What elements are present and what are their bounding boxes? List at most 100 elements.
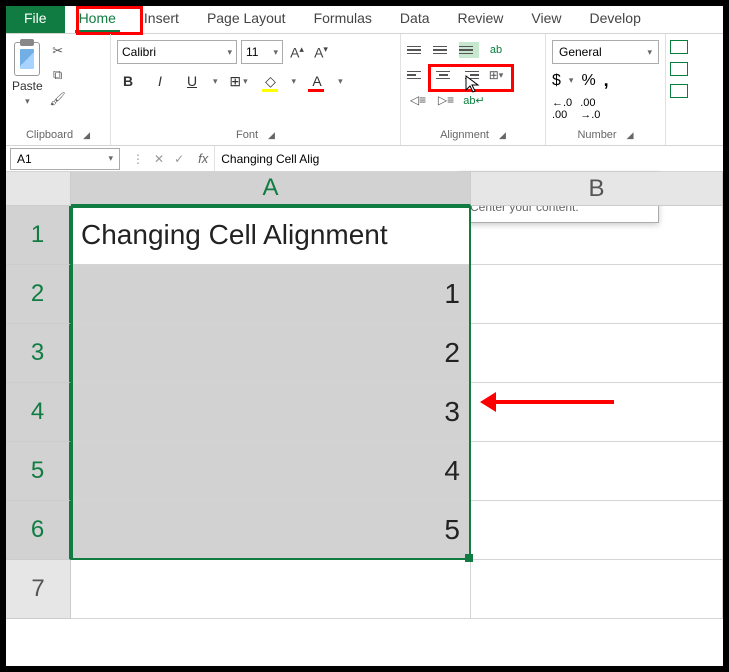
align-right-icon[interactable] xyxy=(459,67,479,83)
align-top-icon[interactable] xyxy=(407,42,427,58)
group-font-label: Font xyxy=(236,129,258,141)
increase-indent-icon[interactable]: ▷≡ xyxy=(435,90,457,110)
paste-button[interactable]: Paste ▾ xyxy=(12,38,43,129)
decrease-font-icon[interactable]: A▾ xyxy=(311,44,331,61)
decrease-decimal-icon[interactable]: .00→.0 xyxy=(580,97,600,121)
borders-button[interactable]: ⊞▾ xyxy=(228,70,250,92)
tab-review[interactable]: Review xyxy=(444,6,518,33)
name-box-value: A1 xyxy=(17,152,32,166)
enter-icon[interactable]: ✓ xyxy=(174,152,184,166)
tab-developer[interactable]: Develop xyxy=(576,6,655,33)
underline-button[interactable]: U xyxy=(181,70,203,92)
copy-icon[interactable]: ⧉ xyxy=(49,66,67,84)
cell-b3[interactable] xyxy=(471,324,723,383)
row-header-3[interactable]: 3 xyxy=(6,324,71,383)
conditional-formatting-icon[interactable] xyxy=(670,40,688,54)
cell-a2[interactable]: 1 xyxy=(71,265,471,324)
cell-b5[interactable] xyxy=(471,442,723,501)
row-header-5[interactable]: 5 xyxy=(6,442,71,501)
number-format-value: General xyxy=(559,45,602,59)
group-extras xyxy=(666,34,692,145)
row-header-2[interactable]: 2 xyxy=(6,265,71,324)
cell-a6[interactable]: 5 xyxy=(71,501,471,560)
font-size-value: 11 xyxy=(246,45,258,59)
cell-b2[interactable] xyxy=(471,265,723,324)
cell-b1[interactable] xyxy=(471,206,723,265)
name-box[interactable]: A1▾ xyxy=(10,148,120,170)
divider-icon: ⋮ xyxy=(132,152,144,166)
cell-a7[interactable] xyxy=(71,560,471,619)
chevron-down-icon[interactable]: ▾ xyxy=(338,76,343,87)
ribbon-tabstrip: File Home Insert Page Layout Formulas Da… xyxy=(6,6,723,34)
tab-home[interactable]: Home xyxy=(65,6,130,33)
group-number-label: Number xyxy=(577,129,616,141)
row-header-7[interactable]: 7 xyxy=(6,560,71,619)
number-format-select[interactable]: General▾ xyxy=(552,40,659,64)
chevron-down-icon[interactable]: ▾ xyxy=(292,76,297,87)
align-center-icon[interactable] xyxy=(433,67,453,83)
font-size-select[interactable]: 11▾ xyxy=(241,40,283,64)
cell-b6[interactable] xyxy=(471,501,723,560)
cell-a1[interactable]: Changing Cell Alignment xyxy=(71,206,471,265)
comma-icon[interactable]: , xyxy=(604,70,609,91)
bold-button[interactable]: B xyxy=(117,70,139,92)
dialog-launcher-icon[interactable]: ◢ xyxy=(627,130,634,141)
cell-b4[interactable] xyxy=(471,383,723,442)
align-left-icon[interactable] xyxy=(407,67,427,83)
cell-a4[interactable]: 3 xyxy=(71,383,471,442)
currency-icon[interactable]: $ xyxy=(552,72,561,90)
cancel-icon[interactable]: ✕ xyxy=(154,152,164,166)
select-all-corner[interactable] xyxy=(6,172,71,206)
increase-decimal-icon[interactable]: ←.0.00 xyxy=(552,97,572,121)
tab-data[interactable]: Data xyxy=(386,6,444,33)
col-header-a[interactable]: A xyxy=(71,172,471,206)
cut-icon[interactable]: ✂ xyxy=(49,42,67,60)
row-header-6[interactable]: 6 xyxy=(6,501,71,560)
row-header-4[interactable]: 4 xyxy=(6,383,71,442)
paste-icon xyxy=(14,42,40,76)
cell-styles-icon[interactable] xyxy=(670,84,688,98)
italic-button[interactable]: I xyxy=(149,70,171,92)
formula-input[interactable]: Changing Cell Alig xyxy=(214,146,723,171)
wrap-text-icon[interactable]: ab↵ xyxy=(463,90,485,110)
decrease-indent-icon[interactable]: ◁≡ xyxy=(407,90,429,110)
dialog-launcher-icon[interactable]: ◢ xyxy=(83,130,90,141)
spreadsheet-grid: 1 2 3 4 5 6 7 A B Changing Cell Alignmen… xyxy=(6,172,723,619)
col-header-b[interactable]: B xyxy=(471,172,723,206)
format-table-icon[interactable] xyxy=(670,62,688,76)
row-header-1[interactable]: 1 xyxy=(6,206,71,265)
font-name-value: Calibri xyxy=(122,45,156,59)
tab-view[interactable]: View xyxy=(517,6,575,33)
percent-icon[interactable]: % xyxy=(581,72,595,90)
format-painter-icon[interactable]: 🖌 xyxy=(49,90,67,108)
orientation-icon[interactable]: ab xyxy=(485,40,507,60)
paste-label: Paste xyxy=(12,79,43,93)
group-clipboard: Paste ▾ ✂ ⧉ 🖌 Clipboard ◢ xyxy=(6,34,111,145)
tab-insert[interactable]: Insert xyxy=(130,6,193,33)
cell-b7[interactable] xyxy=(471,560,723,619)
tab-file[interactable]: File xyxy=(6,6,65,33)
chevron-down-icon[interactable]: ▾ xyxy=(213,76,218,87)
cell-a5[interactable]: 4 xyxy=(71,442,471,501)
align-middle-icon[interactable] xyxy=(433,42,453,58)
cell-a3[interactable]: 2 xyxy=(71,324,471,383)
group-alignment: ab ⊞▾ ◁≡ ▷≡ ab↵ Alignment◢ xyxy=(401,34,546,145)
group-font: Calibri▾ 11▾ A▴ A▾ B I U ▾ ⊞▾ ◇ ▾ A ▾ Fo xyxy=(111,34,401,145)
dialog-launcher-icon[interactable]: ◢ xyxy=(499,130,506,141)
fill-color-button[interactable]: ◇ xyxy=(260,70,282,92)
tab-page-layout[interactable]: Page Layout xyxy=(193,6,300,33)
increase-font-icon[interactable]: A▴ xyxy=(287,44,307,61)
align-bottom-icon[interactable] xyxy=(459,42,479,58)
merge-icon[interactable]: ⊞▾ xyxy=(485,65,507,85)
font-name-select[interactable]: Calibri▾ xyxy=(117,40,237,64)
tab-formulas[interactable]: Formulas xyxy=(300,6,386,33)
fx-icon[interactable]: fx xyxy=(192,151,214,166)
ribbon: Paste ▾ ✂ ⧉ 🖌 Clipboard◢ Calibri▾ 11▾ A▴… xyxy=(6,34,723,146)
dialog-launcher-icon[interactable]: ◢ xyxy=(268,130,275,141)
group-number: General▾ $▾ % , ←.0.00 .00→.0 Number◢ xyxy=(546,34,666,145)
group-clipboard-label: Clipboard xyxy=(26,129,73,141)
chevron-down-icon: ▾ xyxy=(25,96,30,107)
annotation-arrow xyxy=(494,400,614,404)
font-color-button[interactable]: A xyxy=(306,70,328,92)
formula-bar: A1▾ ⋮ ✕ ✓ fx Changing Cell Alig xyxy=(6,146,723,172)
